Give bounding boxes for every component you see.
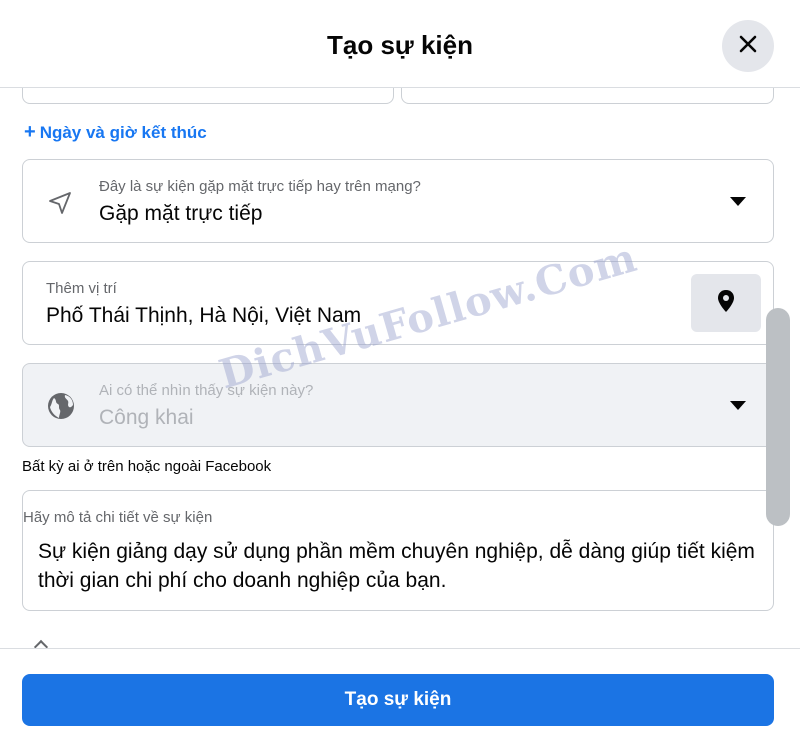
add-end-time-link[interactable]: + Ngày và giờ kết thúc	[24, 121, 207, 144]
map-pin-icon	[716, 289, 736, 318]
description-label: Hãy mô tả chi tiết về sự kiện	[23, 509, 213, 526]
start-time-field[interactable]	[401, 88, 774, 104]
privacy-value: Công khai	[99, 406, 194, 429]
privacy-select[interactable]: Ai có thể nhìn thấy sự kiện này? Công kh…	[22, 363, 774, 447]
privacy-label: Ai có thể nhìn thấy sự kiện này?	[99, 382, 314, 399]
event-type-label: Đây là sự kiện gặp mặt trực tiếp hay trê…	[99, 178, 421, 195]
dialog-title: Tạo sự kiện	[327, 30, 473, 60]
collapsed-section-icon	[33, 639, 49, 648]
event-type-select[interactable]: Đây là sự kiện gặp mặt trực tiếp hay trê…	[22, 159, 774, 243]
chevron-down-icon	[730, 197, 746, 206]
event-type-value: Gặp mặt trực tiếp	[99, 202, 263, 225]
location-field[interactable]: Thêm vị trí Phố Thái Thịnh, Hà Nội, Việt…	[22, 261, 774, 345]
chevron-down-icon	[730, 401, 746, 410]
description-textarea[interactable]: Sự kiện giảng dạy sử dụng phần mềm chuyê…	[38, 537, 768, 595]
create-event-button[interactable]: Tạo sự kiện	[22, 674, 774, 726]
add-end-time-label: Ngày và giờ kết thúc	[39, 123, 207, 142]
plus-icon: +	[24, 121, 36, 143]
globe-icon	[46, 391, 76, 426]
location-input[interactable]: Phố Thái Thịnh, Hà Nội, Việt Nam	[46, 304, 361, 328]
description-field[interactable]: Hãy mô tả chi tiết về sự kiện Sự kiện gi…	[22, 490, 774, 611]
form-scroll-area[interactable]: + Ngày và giờ kết thúc Đây là sự kiện gặp…	[0, 88, 800, 648]
dialog-header: Tạo sự kiện	[0, 0, 800, 88]
location-label: Thêm vị trí	[46, 280, 117, 297]
map-pin-button[interactable]	[691, 274, 761, 332]
create-event-dialog: Tạo sự kiện + Ngày và giờ kết thúc Đây là…	[0, 0, 800, 752]
location-arrow-icon	[47, 190, 73, 221]
privacy-helper-text: Bất kỳ ai ở trên hoặc ngoài Facebook	[22, 458, 272, 475]
close-button[interactable]	[722, 20, 774, 72]
scrollbar-thumb[interactable]	[766, 308, 790, 526]
start-date-field[interactable]	[22, 88, 394, 104]
dialog-footer: Tạo sự kiện	[0, 648, 800, 752]
close-icon	[738, 34, 758, 59]
